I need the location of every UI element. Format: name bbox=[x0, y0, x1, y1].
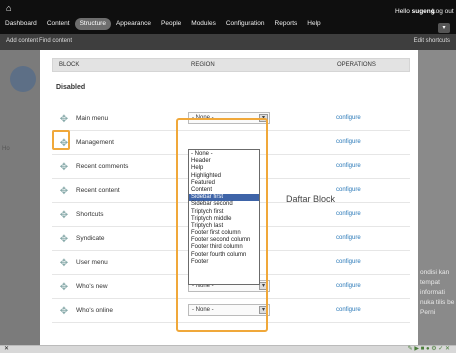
drag-handle-highlight bbox=[52, 130, 70, 150]
admin-menu: Dashboard Content Structure Appearance P… bbox=[0, 17, 326, 31]
configure-link[interactable]: configure bbox=[336, 235, 361, 241]
column-block: BLOCK bbox=[59, 62, 80, 68]
configure-link[interactable]: configure bbox=[336, 187, 361, 193]
menu-reports[interactable]: Reports bbox=[270, 18, 303, 30]
drag-handle-icon[interactable]: ✥ bbox=[58, 234, 70, 246]
background-page-left bbox=[0, 50, 40, 345]
block-name: User menu bbox=[76, 259, 108, 266]
menu-configuration[interactable]: Configuration bbox=[221, 18, 270, 30]
home-icon[interactable]: ⌂ bbox=[6, 4, 14, 13]
drag-handle-icon[interactable]: ✥ bbox=[58, 282, 70, 294]
menu-structure[interactable]: Structure bbox=[74, 18, 111, 30]
column-region: REGION bbox=[191, 62, 215, 68]
background-tab: Ho bbox=[2, 146, 10, 152]
drag-handle-icon[interactable]: ✥ bbox=[58, 186, 70, 198]
column-operations: OPERATIONS bbox=[337, 62, 376, 68]
block-name: Recent comments bbox=[76, 163, 129, 170]
block-name: Management bbox=[76, 139, 114, 146]
block-name: Syndicate bbox=[76, 235, 105, 242]
block-name: Shortcuts bbox=[76, 211, 104, 218]
menu-content[interactable]: Content bbox=[42, 18, 75, 30]
block-name: Main menu bbox=[76, 115, 109, 122]
block-name: Who's new bbox=[76, 283, 108, 290]
menu-dashboard[interactable]: Dashboard bbox=[0, 18, 42, 30]
user-greeting: Hello sugeng bbox=[395, 8, 435, 15]
block-name: Who's online bbox=[76, 307, 114, 314]
status-icons: ✎ ▶ ■ ● ⚙ ✓ ✕ bbox=[407, 346, 450, 352]
menu-appearance[interactable]: Appearance bbox=[111, 18, 156, 30]
menu-help[interactable]: Help bbox=[302, 18, 325, 30]
menu-modules[interactable]: Modules bbox=[186, 18, 221, 30]
configure-link[interactable]: configure bbox=[336, 139, 361, 145]
menu-people[interactable]: People bbox=[156, 18, 186, 30]
logout-link[interactable]: Log out bbox=[432, 8, 454, 15]
drag-handle-icon[interactable]: ✥ bbox=[58, 258, 70, 270]
add-content-link[interactable]: Add content bbox=[6, 38, 38, 44]
section-disabled: Disabled bbox=[56, 84, 86, 91]
bottom-bar: ✕ ✎ ▶ ■ ● ⚙ ✓ ✕ bbox=[0, 345, 456, 353]
dropdown-highlight bbox=[176, 118, 268, 332]
drag-handle-icon[interactable]: ✥ bbox=[58, 162, 70, 174]
site-logo bbox=[10, 66, 36, 92]
configure-link[interactable]: configure bbox=[336, 307, 361, 313]
find-content-link[interactable]: Find content bbox=[39, 38, 72, 44]
chevron-down-icon[interactable]: ▾ bbox=[438, 23, 450, 33]
close-icon[interactable]: ✕ bbox=[4, 346, 9, 353]
annotation-label: Daftar Block bbox=[286, 194, 336, 204]
configure-link[interactable]: configure bbox=[336, 163, 361, 169]
configure-link[interactable]: configure bbox=[336, 211, 361, 217]
drag-handle-icon[interactable]: ✥ bbox=[58, 306, 70, 318]
background-text: ondisi kan tempat informati nuka tilis b… bbox=[420, 269, 455, 316]
admin-toolbar: ⌂ Dashboard Content Structure Appearance… bbox=[0, 0, 456, 34]
configure-link[interactable]: configure bbox=[336, 115, 361, 121]
drag-handle-icon[interactable]: ✥ bbox=[58, 210, 70, 222]
table-header: BLOCK REGION OPERATIONS bbox=[52, 58, 410, 72]
configure-link[interactable]: configure bbox=[336, 259, 361, 265]
block-name: Recent content bbox=[76, 187, 120, 194]
configure-link[interactable]: configure bbox=[336, 283, 361, 289]
edit-shortcuts-link[interactable]: Edit shortcuts bbox=[414, 38, 450, 44]
drag-handle-icon[interactable]: ✥ bbox=[58, 114, 70, 126]
shortcut-bar: Add content Find content Edit shortcuts bbox=[0, 34, 456, 50]
